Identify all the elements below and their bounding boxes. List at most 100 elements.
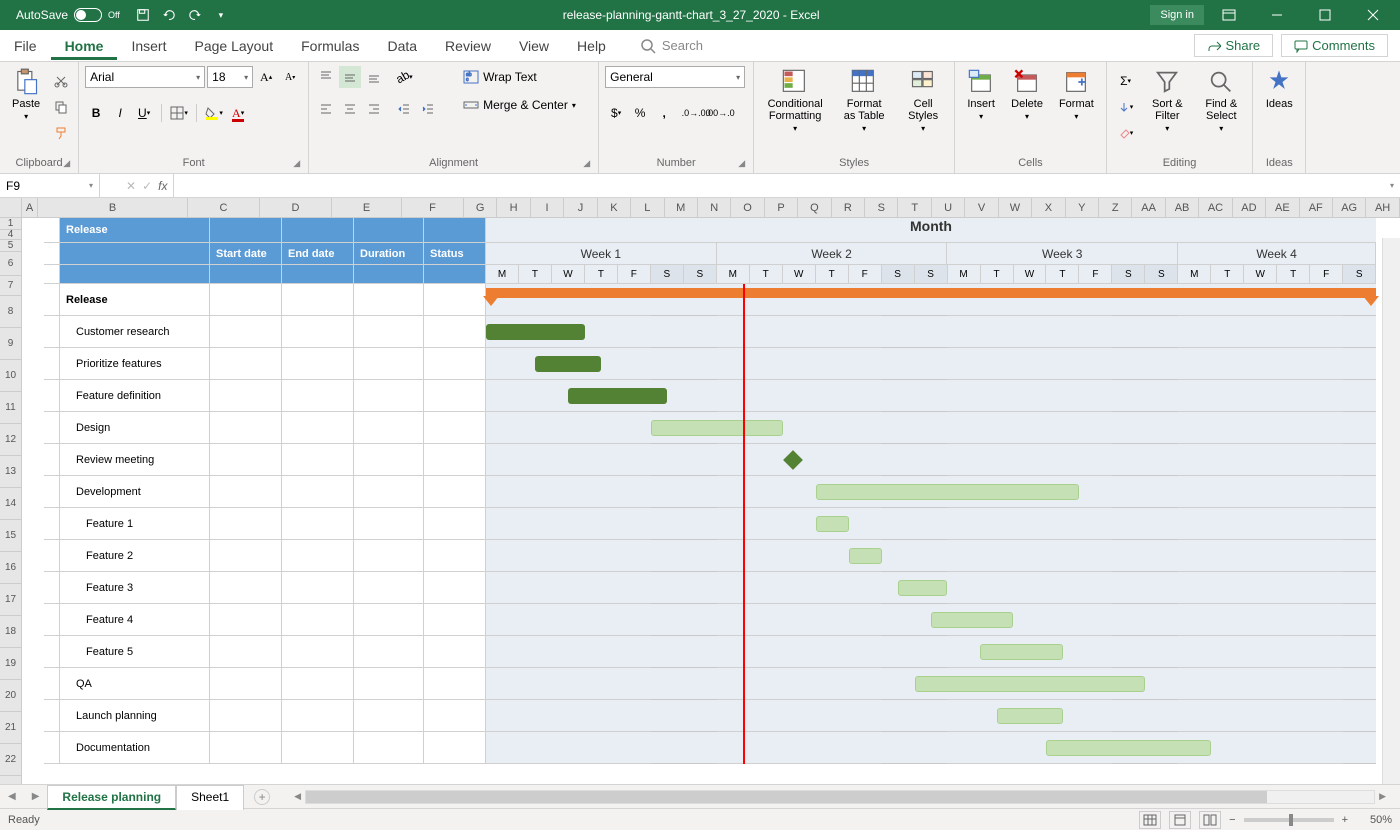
row-header[interactable]: 20 [0, 680, 21, 712]
col-header[interactable]: N [698, 198, 731, 217]
fx-icon[interactable]: fx [158, 179, 167, 193]
tab-insert[interactable]: Insert [117, 32, 180, 60]
col-header[interactable]: W [999, 198, 1032, 217]
row-header[interactable]: 11 [0, 392, 21, 424]
col-header[interactable]: K [598, 198, 631, 217]
launcher-icon[interactable]: ◢ [583, 158, 590, 169]
format-as-table-button[interactable]: Format as Table▾ [834, 66, 894, 135]
align-bottom-icon[interactable] [363, 66, 385, 88]
copy-icon[interactable] [50, 96, 72, 118]
page-layout-view-icon[interactable] [1169, 811, 1191, 829]
gantt-task-row[interactable]: Development [44, 476, 1376, 508]
worksheet-grid[interactable]: ABCDEFGHIJKLMNOPQRSTUVWXYZAAABACADAEAFAG… [0, 198, 1400, 784]
row-header[interactable]: 5 [0, 240, 21, 252]
paste-button[interactable]: Paste▾ [6, 66, 46, 123]
underline-icon[interactable]: U▾ [133, 102, 155, 124]
number-format-combo[interactable]: General▾ [605, 66, 745, 88]
gantt-task-row[interactable]: Launch planning [44, 700, 1376, 732]
gantt-bar[interactable] [931, 612, 1013, 628]
increase-font-icon[interactable]: A▴ [255, 66, 277, 88]
cancel-formula-icon[interactable]: ✕ [126, 179, 136, 193]
bold-icon[interactable]: B [85, 102, 107, 124]
col-header[interactable]: B [38, 198, 188, 217]
align-right-icon[interactable] [363, 98, 385, 120]
row-header[interactable]: 13 [0, 456, 21, 488]
row-header[interactable]: 4 [0, 230, 21, 240]
gantt-task-row[interactable]: Documentation [44, 732, 1376, 764]
ideas-button[interactable]: Ideas [1259, 66, 1299, 112]
row-header[interactable]: 7 [0, 276, 21, 296]
col-header[interactable]: S [865, 198, 898, 217]
name-box[interactable]: F9▾ [0, 174, 100, 197]
col-header[interactable]: F [402, 198, 464, 217]
sheet-tab[interactable]: Release planning [47, 785, 176, 810]
customize-qat-icon[interactable]: ▾ [210, 4, 232, 26]
row-header[interactable]: 21 [0, 712, 21, 744]
accounting-format-icon[interactable]: $▾ [605, 102, 627, 124]
select-all-corner[interactable] [0, 198, 22, 217]
col-header[interactable]: Q [798, 198, 831, 217]
autosave-toggle[interactable]: AutoSave Off [8, 6, 128, 24]
col-header[interactable]: U [932, 198, 965, 217]
align-middle-icon[interactable] [339, 66, 361, 88]
tab-formulas[interactable]: Formulas [287, 32, 373, 60]
page-break-view-icon[interactable] [1199, 811, 1221, 829]
gantt-task-row[interactable]: Design [44, 412, 1376, 444]
row-header[interactable]: 19 [0, 648, 21, 680]
zoom-in-icon[interactable]: + [1342, 814, 1348, 826]
gantt-bar[interactable] [849, 548, 882, 564]
tab-review[interactable]: Review [431, 32, 505, 60]
row-header[interactable]: 10 [0, 360, 21, 392]
decrease-decimal-icon[interactable]: .00→.0 [709, 102, 731, 124]
col-header[interactable]: Z [1099, 198, 1132, 217]
gantt-task-row[interactable]: Feature 3 [44, 572, 1376, 604]
row-header[interactable]: 6 [0, 252, 21, 276]
gantt-bar[interactable] [486, 324, 585, 340]
fill-color-icon[interactable]: ▾ [203, 102, 225, 124]
tab-file[interactable]: File [0, 32, 51, 60]
row-header[interactable]: 9 [0, 328, 21, 360]
format-cells-button[interactable]: Format▾ [1053, 66, 1100, 123]
row-header[interactable]: 22 [0, 744, 21, 776]
col-header[interactable]: AF [1300, 198, 1333, 217]
row-header[interactable]: 15 [0, 520, 21, 552]
share-button[interactable]: Share [1194, 34, 1273, 57]
tab-view[interactable]: View [505, 32, 563, 60]
sheet-tab[interactable]: Sheet1 [176, 785, 244, 810]
align-left-icon[interactable] [315, 98, 337, 120]
col-header[interactable]: V [965, 198, 998, 217]
align-center-icon[interactable] [339, 98, 361, 120]
clear-icon[interactable]: ▾ [1113, 122, 1139, 144]
comments-button[interactable]: Comments [1281, 34, 1388, 57]
launcher-icon[interactable]: ◢ [63, 158, 70, 169]
col-header[interactable]: O [731, 198, 764, 217]
gantt-bar[interactable] [816, 484, 1080, 500]
gantt-task-row[interactable]: Release [44, 284, 1376, 316]
zoom-out-icon[interactable]: − [1229, 814, 1235, 826]
percent-format-icon[interactable]: % [629, 102, 651, 124]
redo-icon[interactable] [184, 4, 206, 26]
row-header[interactable]: 8 [0, 296, 21, 328]
expand-formula-icon[interactable]: ▾ [1384, 181, 1400, 190]
col-header[interactable]: M [665, 198, 698, 217]
gantt-task-row[interactable]: Feature 2 [44, 540, 1376, 572]
col-header[interactable]: X [1032, 198, 1065, 217]
row-header[interactable]: 18 [0, 616, 21, 648]
gantt-task-row[interactable]: Feature 5 [44, 636, 1376, 668]
gantt-task-row[interactable]: Feature 4 [44, 604, 1376, 636]
save-icon[interactable] [132, 4, 154, 26]
gantt-task-row[interactable]: Review meeting [44, 444, 1376, 476]
increase-decimal-icon[interactable]: .0→.00 [685, 102, 707, 124]
autosum-icon[interactable]: Σ▾ [1113, 70, 1139, 92]
gantt-task-row[interactable]: Feature 1 [44, 508, 1376, 540]
find-select-button[interactable]: Find & Select▾ [1196, 66, 1246, 135]
tab-data[interactable]: Data [373, 32, 431, 60]
enter-formula-icon[interactable]: ✓ [142, 179, 152, 193]
row-header[interactable]: 14 [0, 488, 21, 520]
col-header[interactable]: AG [1333, 198, 1366, 217]
borders-icon[interactable]: ▾ [168, 102, 190, 124]
col-header[interactable]: AH [1366, 198, 1399, 217]
launcher-icon[interactable]: ◢ [738, 158, 745, 169]
close-icon[interactable] [1350, 0, 1396, 30]
sheet-nav-next-icon[interactable]: ▶ [24, 791, 48, 802]
